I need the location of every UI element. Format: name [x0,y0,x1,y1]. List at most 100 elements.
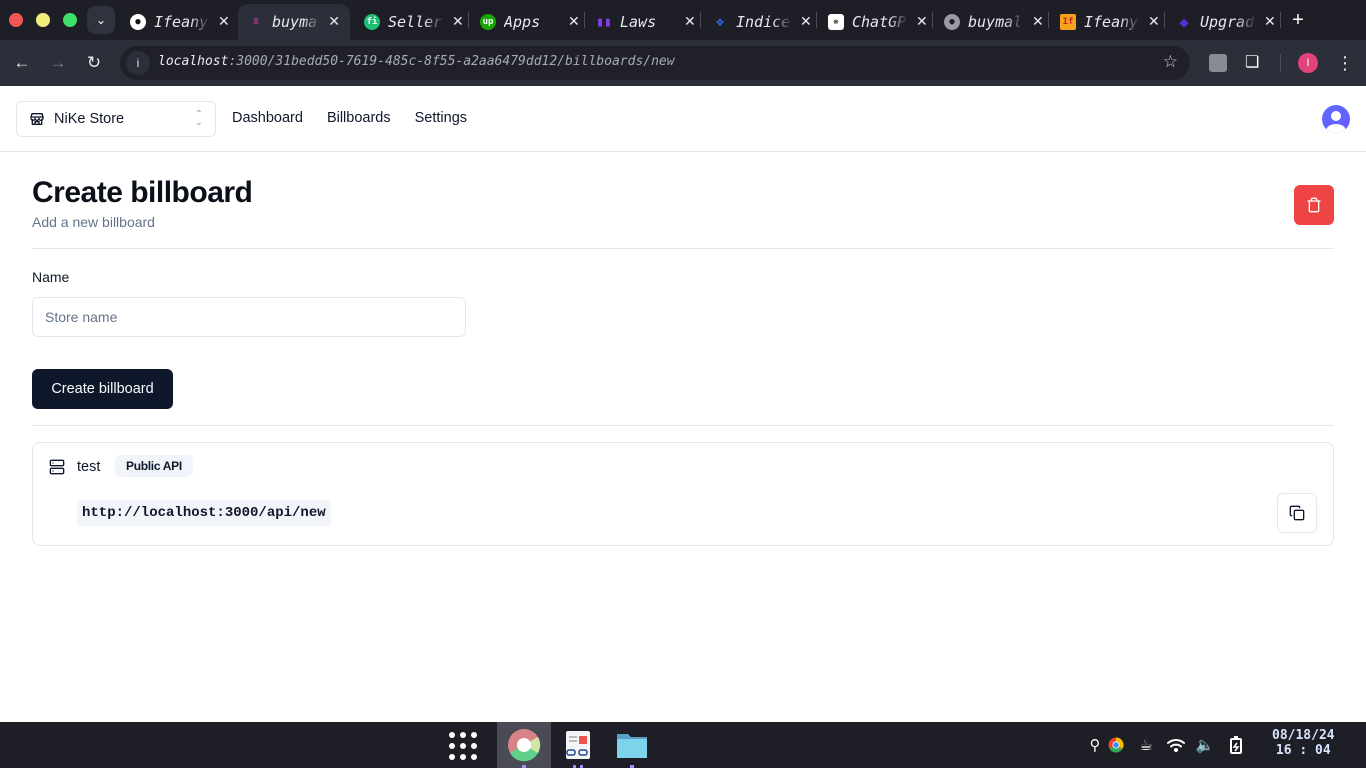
browser-tab-active[interactable]: ≡ buymall ✕ [238,4,350,40]
extensions-puzzle-icon[interactable]: ❏ [1245,54,1263,72]
tab-title: Ifeanyi [154,13,210,31]
url-text[interactable]: localhost:3000/31bedd50-7619-485c-8f55-a… [158,54,675,69]
taskbar-document-viewer[interactable] [551,722,605,768]
tab-search-button[interactable]: ⌄ [87,6,115,34]
page-title: Create billboard [32,176,253,209]
browser-tab[interactable]: ◆ Upgrade ✕ [1166,4,1286,40]
chrome-logo [1108,737,1124,753]
chevrons-up-down-icon: ⌃ ⌄ [194,109,203,128]
url-path: :3000/31bedd50-7619-485c-8f55-a2aa6479dd… [228,54,675,69]
extension-icon[interactable] [1209,54,1227,72]
clock-time: 16 : 04 [1275,743,1331,758]
plus-icon: + [1292,8,1304,31]
clock-date: 08/18/24 [1272,728,1335,743]
close-window-button[interactable] [9,13,23,27]
delete-button[interactable] [1294,185,1334,225]
url-host: localhost [158,54,229,69]
copy-button[interactable] [1277,493,1317,533]
grid-dot [460,754,466,760]
browser-profile-avatar[interactable]: I [1298,53,1318,73]
tab-divider [584,12,585,28]
browser-tab[interactable]: ▮▮ Laws ✕ [586,4,706,40]
maximize-window-button[interactable] [63,13,77,27]
nav-dashboard[interactable]: Dashboard [232,110,303,126]
close-tab-icon[interactable]: ✕ [1032,14,1044,30]
system-clock[interactable]: 08/18/24 16 : 04 [1272,728,1335,758]
close-tab-icon[interactable]: ✕ [568,14,580,30]
back-button[interactable]: ← [9,50,35,76]
close-tab-icon[interactable]: ✕ [452,14,464,30]
chrome-icon [508,729,541,762]
close-tab-icon[interactable]: ✕ [684,14,696,30]
volume-icon[interactable]: 🔈 [1195,735,1215,755]
browser-tab[interactable]: up Apps ✕ [470,4,590,40]
taskbar-files[interactable] [605,722,659,768]
browser-tab-strip: ⌄ ● Ifeanyi ✕ ≡ buymall ✕ fi Seller ✕ up… [0,0,1366,40]
user-avatar[interactable] [1322,105,1350,133]
close-tab-icon[interactable]: ✕ [800,14,812,30]
site-info-icon[interactable]: i [126,51,150,75]
chevron-down-icon: ⌄ [95,13,107,27]
bookmark-star-icon[interactable]: ☆ [1163,52,1178,72]
tab-title: Laws [620,13,657,31]
app-launcher-button[interactable] [449,732,477,760]
taskbar-chrome[interactable] [497,722,551,768]
tab-divider [932,12,933,28]
document-viewer-icon [566,731,590,759]
battery-charging-icon[interactable] [1226,735,1246,755]
grid-dot [449,732,455,738]
caffeine-icon[interactable]: ☕ [1136,735,1156,755]
wifi-glyph [1167,739,1185,752]
close-tab-icon[interactable]: ✕ [1148,14,1160,30]
wifi-icon[interactable] [1166,735,1186,755]
buymall-icon: ≡ [253,17,259,27]
tab-divider [1164,12,1165,28]
tab-title: Upgrade [1200,13,1256,31]
arrow-left-icon: ← [13,53,31,72]
tab-title: ChatGPT [852,13,908,31]
arrow-right-icon: → [49,53,67,72]
store-switcher[interactable]: NiKe Store ⌃ ⌄ [16,101,216,137]
api-alert-title: test [77,459,101,475]
browser-tab[interactable]: ● buymall ✕ [934,4,1054,40]
address-bar[interactable]: i localhost:3000/31bedd50-7619-485c-8f55… [120,46,1190,80]
search-icon[interactable]: ⚲ [1085,735,1105,755]
nav-billboards[interactable]: Billboards [327,110,391,126]
reload-icon: ↻ [86,53,102,72]
browser-tab[interactable]: fi Seller ✕ [354,4,474,40]
forward-button[interactable]: → [45,50,71,76]
chrome-tray-icon[interactable] [1106,735,1126,755]
upwork-icon: up [480,14,496,30]
new-tab-button[interactable]: + [1288,6,1308,34]
tab-title: Seller [388,13,443,31]
tab-title: Ifeanyi [1084,13,1140,31]
tab-divider [700,12,701,28]
diamond-icon: ◆ [1179,13,1189,31]
os-taskbar: ⚲ ☕ 🔈 08/18/24 16 : 04 [0,722,1366,768]
minimize-window-button[interactable] [36,13,50,27]
trash-icon [1307,197,1321,213]
nav-settings[interactable]: Settings [415,110,467,126]
user-icon [1326,111,1346,133]
tab-title: buymall [968,13,1024,31]
tab-title: Apps [504,13,541,31]
browser-tab[interactable]: ❖ Indices ✕ [702,4,822,40]
name-label: Name [32,269,70,285]
browser-menu-icon[interactable]: ⋮ [1336,51,1354,75]
browser-tab[interactable]: ❋ ChatGPT ✕ [818,4,938,40]
close-tab-icon[interactable]: ✕ [328,14,340,30]
create-billboard-button[interactable]: Create billboard [32,369,173,409]
grid-dot [449,743,455,749]
books-icon: ▮▮ [596,14,612,30]
browser-tab[interactable]: If Ifeanyi ✕ [1050,4,1170,40]
globe-icon: ● [944,14,960,30]
public-api-badge: Public API [115,455,193,477]
store-icon [30,113,44,125]
close-tab-icon[interactable]: ✕ [218,14,230,30]
close-tab-icon[interactable]: ✕ [1264,14,1276,30]
reload-button[interactable]: ↻ [81,50,107,76]
portfolio-icon: If [1060,14,1076,30]
name-input[interactable] [32,297,466,337]
close-tab-icon[interactable]: ✕ [916,14,928,30]
browser-tab[interactable]: ● Ifeanyi ✕ [120,4,240,40]
